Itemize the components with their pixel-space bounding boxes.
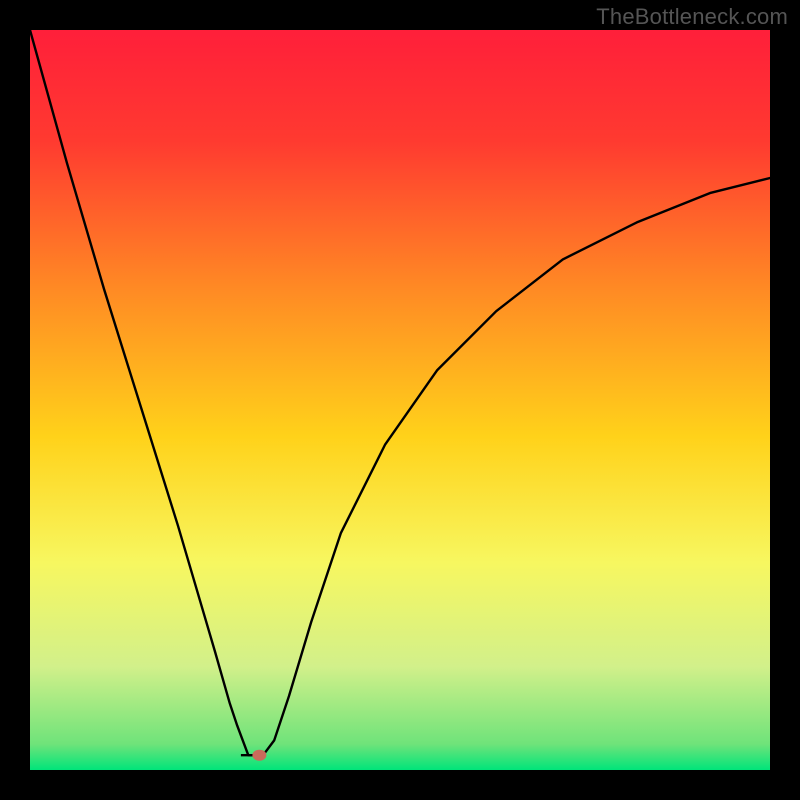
minimum-marker bbox=[252, 750, 266, 761]
gradient-background bbox=[30, 30, 770, 770]
plot-area bbox=[30, 30, 770, 770]
chart-frame: TheBottleneck.com bbox=[0, 0, 800, 800]
chart-svg bbox=[30, 30, 770, 770]
watermark-text: TheBottleneck.com bbox=[596, 4, 788, 30]
